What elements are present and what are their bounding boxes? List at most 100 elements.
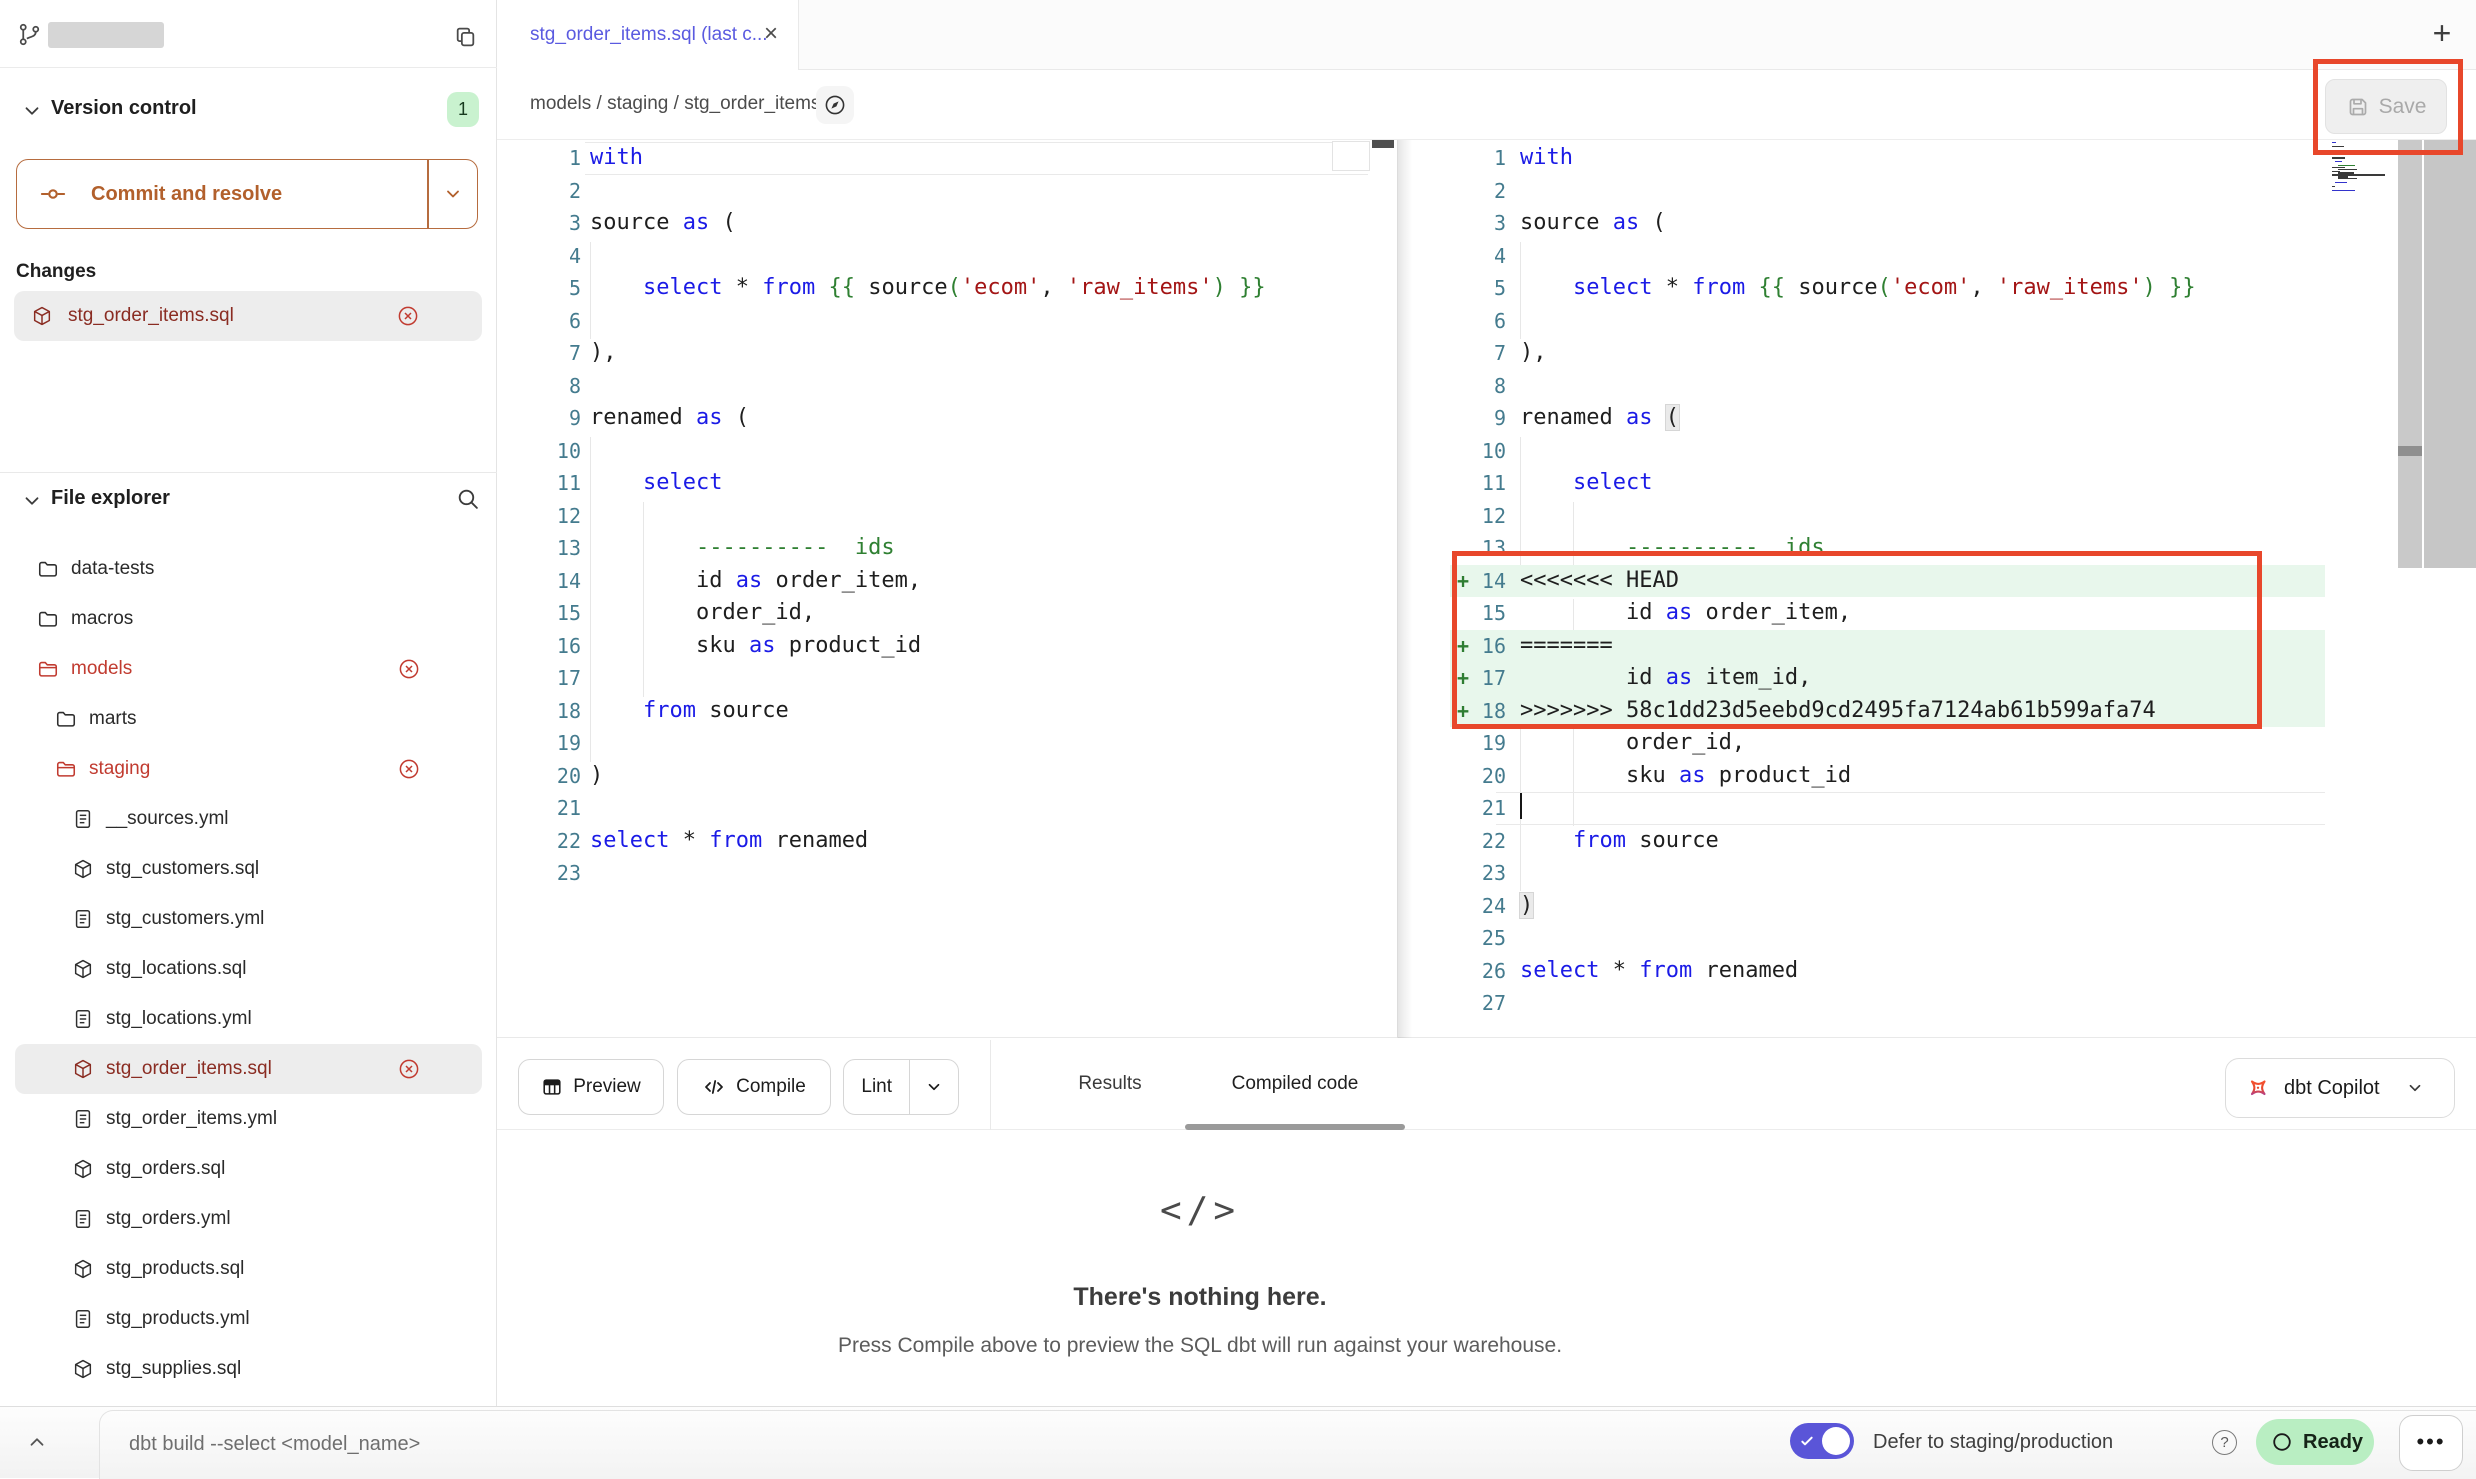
code-line[interactable]: 8: [497, 370, 1370, 403]
file-tree-item-data-tests[interactable]: data-tests: [15, 544, 482, 594]
lineage-button[interactable]: [816, 86, 854, 124]
command-input[interactable]: dbt build --select <model_name> Defer to…: [99, 1410, 2476, 1479]
new-tab-button[interactable]: +: [2417, 0, 2467, 66]
code-line[interactable]: 22 from source: [1450, 825, 2325, 858]
code-line[interactable]: 4: [1450, 240, 2325, 273]
compile-button[interactable]: Compile: [677, 1059, 831, 1115]
editor-pane-modified[interactable]: 1with23source as (45 select * from {{ so…: [1450, 142, 2325, 1020]
code-line[interactable]: 7),: [497, 337, 1370, 370]
file-tree-item-stg-orders-sql[interactable]: stg_orders.sql: [15, 1144, 482, 1194]
help-icon[interactable]: ?: [2212, 1430, 2237, 1455]
left-scrollbar-thumb[interactable]: [1372, 140, 1394, 148]
code-line[interactable]: 16 sku as product_id: [497, 630, 1370, 663]
code-line[interactable]: 3source as (: [1450, 207, 2325, 240]
tab-compiled-code[interactable]: Compiled code: [1185, 1040, 1405, 1130]
file-tree-item-models[interactable]: models: [15, 644, 482, 694]
discard-change-icon[interactable]: [397, 1057, 421, 1081]
code-line[interactable]: 9renamed as (: [497, 402, 1370, 435]
editor-scrollbar-track[interactable]: [2398, 140, 2422, 568]
commit-options-chevron[interactable]: [428, 160, 478, 228]
code-line[interactable]: 20 sku as product_id: [1450, 760, 2325, 793]
code-line[interactable]: 23: [497, 857, 1370, 890]
code-line[interactable]: 1with: [1450, 142, 2325, 175]
code-line[interactable]: 27: [1450, 987, 2325, 1020]
code-line[interactable]: 21: [497, 792, 1370, 825]
code-line[interactable]: 23: [1450, 857, 2325, 890]
code-line[interactable]: 8: [1450, 370, 2325, 403]
code-line[interactable]: 11 select: [1450, 467, 2325, 500]
file-tree-item-stg-order-items-yml[interactable]: stg_order_items.yml: [15, 1094, 482, 1144]
file-tree-item-stg-locations-yml[interactable]: stg_locations.yml: [15, 994, 482, 1044]
code-line[interactable]: 11 select: [497, 467, 1370, 500]
changed-file-row[interactable]: stg_order_items.sql: [14, 291, 482, 341]
more-options-button[interactable]: •••: [2399, 1415, 2463, 1471]
search-icon[interactable]: [455, 486, 480, 511]
file-tree-item-stg-locations-sql[interactable]: stg_locations.sql: [15, 944, 482, 994]
copy-icon[interactable]: [453, 24, 478, 49]
file-explorer-title[interactable]: File explorer: [51, 487, 170, 510]
commit-and-resolve-button[interactable]: Commit and resolve: [16, 159, 478, 229]
dbt-copilot-button[interactable]: dbt Copilot: [2225, 1058, 2455, 1118]
code-line[interactable]: 5 select * from {{ source('ecom', 'raw_i…: [1450, 272, 2325, 305]
file-tree-item-stg-order-items-sql[interactable]: stg_order_items.sql: [15, 1044, 482, 1094]
code-line[interactable]: 20): [497, 760, 1370, 793]
code-line[interactable]: 24): [1450, 890, 2325, 923]
code-line[interactable]: 22select * from renamed: [497, 825, 1370, 858]
code-line[interactable]: 3source as (: [497, 207, 1370, 240]
preview-button[interactable]: Preview: [518, 1059, 664, 1115]
code-line[interactable]: 10: [497, 435, 1370, 468]
code-line[interactable]: 4: [497, 240, 1370, 273]
tab-close-icon[interactable]: ×: [751, 0, 791, 68]
code-line[interactable]: 6: [497, 305, 1370, 338]
lint-options-chevron[interactable]: [910, 1078, 958, 1096]
file-tree-item-marts[interactable]: marts: [15, 694, 482, 744]
code-line[interactable]: 5 select * from {{ source('ecom', 'raw_i…: [497, 272, 1370, 305]
code-line[interactable]: 15 order_id,: [497, 597, 1370, 630]
code-line[interactable]: +14<<<<<<< HEAD: [1450, 565, 2325, 598]
code-line[interactable]: 13 ---------- ids: [1450, 532, 2325, 565]
code-line[interactable]: 2: [497, 175, 1370, 208]
code-line[interactable]: 14 id as order_item,: [497, 565, 1370, 598]
code-line[interactable]: 7),: [1450, 337, 2325, 370]
code-line[interactable]: 17: [497, 662, 1370, 695]
file-tree-item-stg-customers-sql[interactable]: stg_customers.sql: [15, 844, 482, 894]
code-line[interactable]: 19 order_id,: [1450, 727, 2325, 760]
discard-change-icon[interactable]: [397, 657, 421, 681]
file-tree-item-stg-orders-yml[interactable]: stg_orders.yml: [15, 1194, 482, 1244]
code-line[interactable]: 10: [1450, 435, 2325, 468]
code-line[interactable]: 19: [497, 727, 1370, 760]
defer-toggle[interactable]: [1790, 1423, 1854, 1459]
file-tree-item-stg-products-sql[interactable]: stg_products.sql: [15, 1244, 482, 1294]
chevron-down-icon[interactable]: [21, 100, 43, 122]
chevron-down-icon[interactable]: [21, 490, 43, 512]
code-line[interactable]: 26select * from renamed: [1450, 955, 2325, 988]
code-line[interactable]: 18 from source: [497, 695, 1370, 728]
file-tree-item-stg-products-yml[interactable]: stg_products.yml: [15, 1294, 482, 1344]
code-line[interactable]: 6: [1450, 305, 2325, 338]
file-tree-item-macros[interactable]: macros: [15, 594, 482, 644]
code-line[interactable]: 12: [497, 500, 1370, 533]
tab-results[interactable]: Results: [1040, 1040, 1180, 1130]
editor-pane-original[interactable]: 1with23source as (45 select * from {{ so…: [497, 142, 1370, 890]
commit-button-main[interactable]: Commit and resolve: [17, 160, 427, 228]
code-line[interactable]: 25: [1450, 922, 2325, 955]
code-line[interactable]: 2: [1450, 175, 2325, 208]
file-tree-item-stg-supplies-sql[interactable]: stg_supplies.sql: [15, 1344, 482, 1394]
version-control-title[interactable]: Version control: [51, 97, 197, 120]
window-scrollbar[interactable]: [2424, 140, 2476, 568]
code-line[interactable]: 15 id as order_item,: [1450, 597, 2325, 630]
save-button[interactable]: Save: [2325, 79, 2447, 134]
discard-change-icon[interactable]: [397, 757, 421, 781]
chevron-up-icon[interactable]: [26, 1431, 50, 1455]
code-line[interactable]: +16=======: [1450, 630, 2325, 663]
discard-change-icon[interactable]: [396, 304, 420, 328]
file-tree-item--sources-yml[interactable]: __sources.yml: [15, 794, 482, 844]
file-tree-item-staging[interactable]: staging: [15, 744, 482, 794]
lint-button[interactable]: Lint: [843, 1059, 959, 1115]
file-tree-item-stg-customers-yml[interactable]: stg_customers.yml: [15, 894, 482, 944]
code-line[interactable]: +17 id as item_id,: [1450, 662, 2325, 695]
editor-scrollbar-thumb[interactable]: [2398, 446, 2422, 456]
code-line[interactable]: 13 ---------- ids: [497, 532, 1370, 565]
tab-stg-order-items[interactable]: stg_order_items.sql (last c... ×: [497, 0, 799, 70]
code-line[interactable]: 9renamed as (: [1450, 402, 2325, 435]
